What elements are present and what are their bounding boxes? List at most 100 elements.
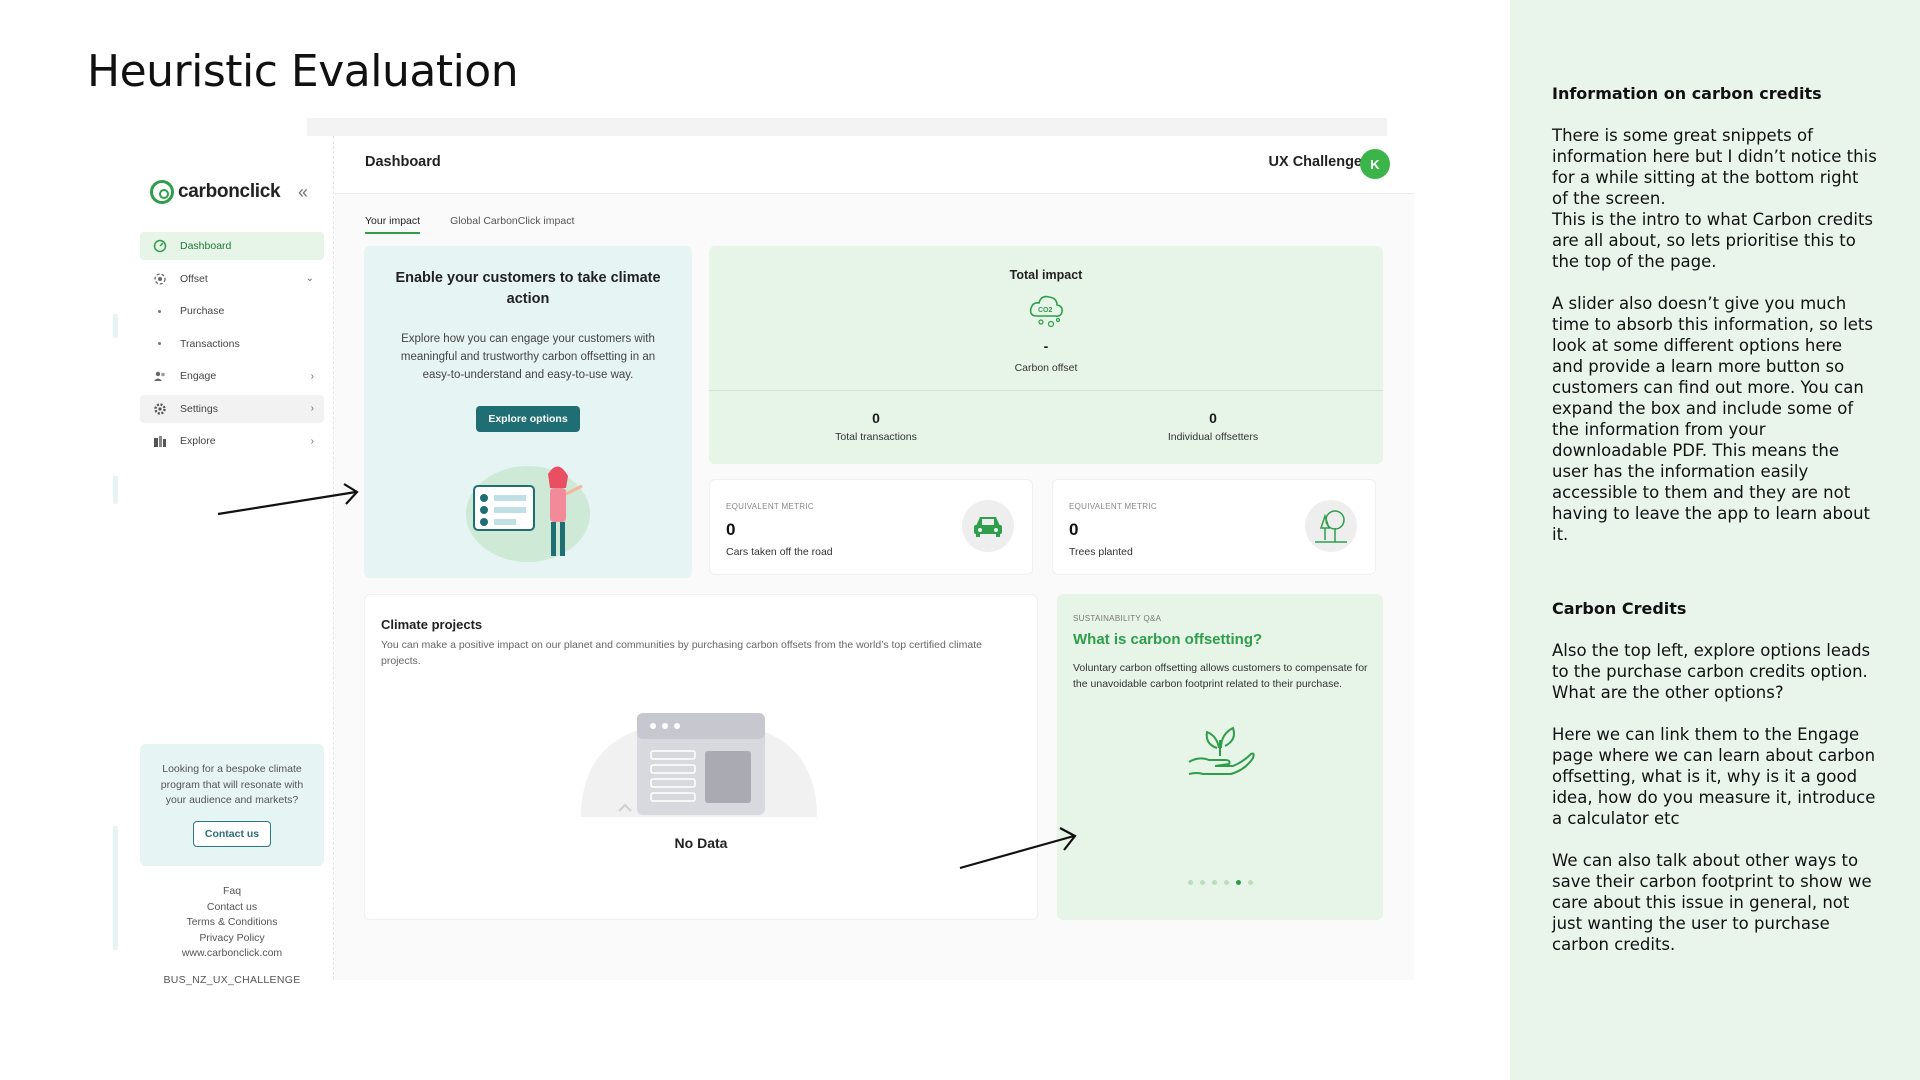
footer-link-privacy[interactable]: Privacy Policy <box>140 931 324 947</box>
offset-icon <box>152 271 168 287</box>
people-icon <box>152 368 168 384</box>
arrow-icon <box>217 483 359 516</box>
metric-value: 0 <box>1069 520 1079 539</box>
climate-projects-card: Climate projects You can make a positive… <box>364 594 1038 920</box>
sustainability-qa-card: SUSTAINABILITY Q&A What is carbon offset… <box>1057 594 1383 920</box>
empty-state-icon <box>581 713 817 817</box>
no-data-label: No Data <box>674 835 728 851</box>
metric-kicker: EQUIVALENT METRIC <box>726 502 814 511</box>
notes-paragraph: Here we can link them to the Engage page… <box>1552 725 1876 828</box>
gear-icon <box>152 401 168 417</box>
explore-options-button[interactable]: Explore options <box>476 406 580 432</box>
hand-plant-icon <box>1188 726 1255 775</box>
bespoke-text: Looking for a bespoke climate program th… <box>160 763 304 806</box>
stat-value: 0 <box>872 410 880 426</box>
slider-dot[interactable] <box>1223 880 1229 885</box>
chevron-right-icon: › <box>310 435 314 447</box>
notes-paragraph: There is some great snippets of informat… <box>1552 126 1877 271</box>
individual-offsetters-stat: 0 Individual offsetters <box>1113 410 1313 443</box>
sidebar: carbonclick « Dashboard Offset ⌄ Purchas… <box>112 136 334 986</box>
chevron-right-icon: › <box>310 370 314 382</box>
metric-label: Trees planted <box>1069 546 1133 558</box>
slider-dot[interactable] <box>1235 880 1241 885</box>
sidebar-item-label: Settings <box>180 402 218 415</box>
bullet-icon <box>158 342 161 345</box>
enable-card-title: Enable your customers to take climate ac… <box>395 270 661 307</box>
logo[interactable]: carbonclick <box>150 180 281 204</box>
chevron-down-icon: ⌄ <box>305 273 314 284</box>
carbon-offset-label: Carbon offset <box>1014 362 1078 374</box>
qa-kicker: SUSTAINABILITY Q&A <box>1073 614 1162 623</box>
climate-projects-body: You can make a positive impact on our pl… <box>381 639 982 667</box>
sidebar-item-dashboard[interactable]: Dashboard <box>140 232 324 260</box>
notes-paragraph: We can also talk about other ways to sav… <box>1552 851 1872 954</box>
footer-link-contact[interactable]: Contact us <box>140 900 324 916</box>
qa-title: What is carbon offsetting? <box>1073 631 1263 648</box>
notes-panel: Information on carbon credits There is s… <box>1510 0 1920 1080</box>
divider <box>709 390 1383 391</box>
customer-illustration-icon <box>466 466 590 562</box>
slider-dot[interactable] <box>1199 880 1205 885</box>
slider-dot[interactable] <box>1211 880 1217 885</box>
sidebar-item-label: Dashboard <box>180 240 232 252</box>
slide-title: Heuristic Evaluation <box>87 46 519 97</box>
qa-body: Voluntary carbon offsetting allows custo… <box>1073 662 1368 690</box>
stat-value: 0 <box>1209 410 1217 426</box>
avatar[interactable]: K <box>1360 149 1390 179</box>
sidebar-item-purchase[interactable]: Purchase <box>140 297 324 325</box>
svg-text:CO2: CO2 <box>1038 307 1053 314</box>
contact-us-button[interactable]: Contact us <box>192 820 272 847</box>
slider-dots[interactable] <box>1057 880 1383 885</box>
sidebar-item-engage[interactable]: Engage › <box>140 362 324 390</box>
sidebar-item-label: Offset <box>180 272 208 285</box>
sidebar-item-offset[interactable]: Offset ⌄ <box>140 265 324 293</box>
collapse-sidebar-icon[interactable]: « <box>298 182 308 203</box>
sidebar-item-explore[interactable]: Explore › <box>140 427 324 455</box>
cars-metric-card: EQUIVALENT METRIC 0 Cars taken off the r… <box>709 479 1033 575</box>
footer-link-terms[interactable]: Terms & Conditions <box>140 915 324 931</box>
notes-heading-carbon-credits: Carbon Credits <box>1552 599 1687 618</box>
footer-link-website[interactable]: www.carbonclick.com <box>140 946 324 962</box>
slide: Heuristic Evaluation carbonclick « Dashb… <box>0 0 1920 1080</box>
chevron-right-icon: › <box>310 403 314 414</box>
arrow-icon <box>959 827 1077 870</box>
stat-label: Individual offsetters <box>1167 431 1259 443</box>
enable-customers-card: Enable your customers to take climate ac… <box>364 246 692 578</box>
slider-dot[interactable] <box>1187 880 1193 885</box>
footer-links: Faq Contact us Terms & Conditions Privac… <box>140 884 324 962</box>
metric-value: 0 <box>726 520 736 539</box>
logo-text: carbonclick <box>178 181 281 202</box>
map-icon <box>152 433 168 449</box>
user-name[interactable]: UX Challenge <box>1269 154 1362 170</box>
notes-paragraph: Also the top left, explore options leads… <box>1552 641 1871 702</box>
climate-projects-title: Climate projects <box>381 617 483 632</box>
footer-link-faq[interactable]: Faq <box>140 884 324 900</box>
carbonclick-logo-icon <box>150 180 174 204</box>
sidebar-item-label: Transactions <box>180 337 240 350</box>
top-strip <box>307 118 1387 136</box>
tab-your-impact[interactable]: Your impact <box>365 215 421 234</box>
tabs: Your impact Global CarbonClick impact <box>365 215 574 234</box>
sidebar-item-label: Explore <box>180 435 216 447</box>
bullet-icon <box>158 309 161 313</box>
account-code: BUS_NZ_UX_CHALLENGE <box>163 974 301 986</box>
notes-paragraph: A slider also doesn’t give you much time… <box>1552 294 1873 544</box>
top-bar: Dashboard UX Challenge K <box>335 136 1414 194</box>
slider-dot[interactable] <box>1247 880 1253 885</box>
metric-label: Cars taken off the road <box>726 546 833 558</box>
page-title: Dashboard <box>365 154 441 170</box>
main-content: Dashboard UX Challenge K Your impact Glo… <box>335 136 1414 980</box>
sidebar-item-label: Engage <box>180 370 217 382</box>
total-transactions-stat: 0 Total transactions <box>776 410 976 443</box>
dashboard-icon <box>152 238 168 254</box>
sidebar-item-transactions[interactable]: Transactions <box>140 330 324 358</box>
tab-global-impact[interactable]: Global CarbonClick impact <box>450 215 574 234</box>
bespoke-program-card: Looking for a bespoke climate program th… <box>140 744 324 866</box>
car-icon <box>962 500 1014 552</box>
notes-heading-carbon-info: Information on carbon credits <box>1552 84 1822 103</box>
metric-kicker: EQUIVALENT METRIC <box>1069 502 1157 511</box>
sidebar-item-settings[interactable]: Settings › <box>140 394 324 423</box>
enable-card-body: Explore how you can engage your customer… <box>400 333 656 381</box>
trees-icon <box>1305 500 1357 552</box>
carbon-offset-value: - <box>1043 338 1049 354</box>
